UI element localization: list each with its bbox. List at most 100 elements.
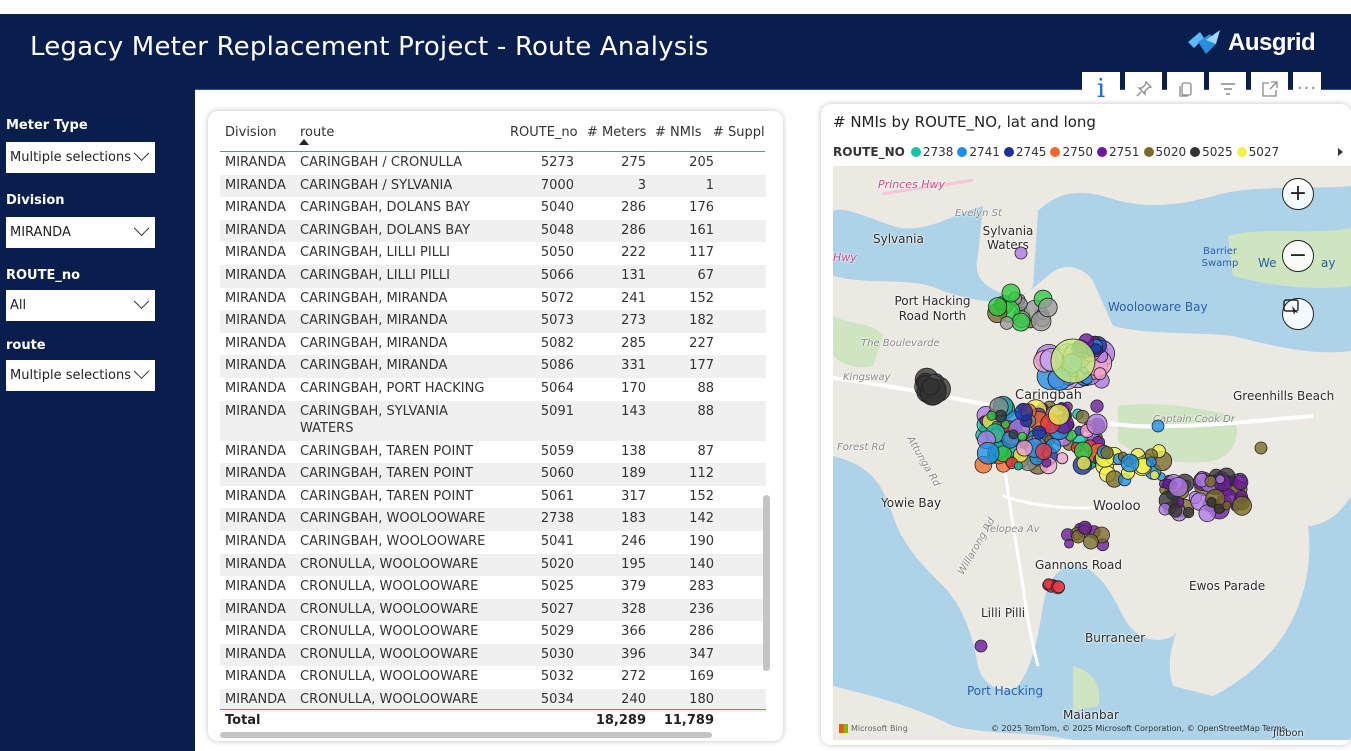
map-bubble[interactable] [988,297,1008,317]
map-bubble[interactable] [1013,461,1023,471]
map-bubble[interactable] [1001,283,1021,303]
map-bubble[interactable] [1011,312,1031,332]
table-row[interactable]: MIRANDA CARINGBAH / SYLVANIA 7000 3 1 [220,174,766,198]
table-row[interactable]: MIRANDA CARINGBAH, SYLVANIA WATERS 5091 143… [220,400,766,441]
table-row[interactable]: MIRANDA CARINGBAH, MIRANDA 5072 241 152 [220,288,766,311]
map-bubble[interactable] [1050,338,1096,384]
map-bubble[interactable] [986,410,997,421]
map-bubble[interactable] [1151,419,1165,433]
vertical-scrollbar[interactable] [763,495,770,671]
legend-item[interactable]: 5020 [1143,145,1186,159]
map-bubble[interactable] [1016,439,1033,457]
table-row[interactable]: MIRANDA CRONULLA, WOOLOOWARE 5032 272 169 [220,666,766,689]
map-attribution[interactable]: © 2025 TomTom, © 2025 Microsoft Corporat… [991,724,1286,733]
table-row[interactable]: MIRANDA CARINGBAH, DOLANS BAY 5048 286 161 [220,219,766,243]
legend-item[interactable]: 2741 [957,145,1000,159]
slicer-route-no-dropdown[interactable]: All [6,290,155,321]
column-header-division[interactable]: Division [225,125,277,140]
map-bubble[interactable] [1082,533,1099,550]
table-row[interactable]: MIRANDA CARINGBAH, WOOLOOWARE 2738 183 142 [220,508,766,531]
table-row[interactable]: MIRANDA CARINGBAH, PORT HACKING 5064 170 88 [220,378,766,401]
column-header-meters[interactable]: # Meters [587,125,646,140]
map-bubble[interactable] [1048,404,1070,426]
legend-item[interactable]: 2745 [1003,145,1046,159]
legend-item[interactable]: 2750 [1050,145,1093,159]
table-row[interactable]: MIRANDA CARINGBAH, TAREN POINT 5060 189 112 [220,463,766,486]
zoom-in-button[interactable]: + [1282,178,1314,210]
table-row[interactable]: MIRANDA CARINGBAH, DOLANS BAY 5040 286 176 [220,197,766,220]
zoom-out-button[interactable]: − [1282,240,1314,272]
column-header-route-no[interactable]: ROUTE_no [510,125,578,140]
slicer-route-dropdown[interactable]: Multiple selections [6,360,155,391]
table-row[interactable]: MIRANDA CRONULLA, WOOLOOWARE 5030 396 347 [220,643,766,667]
horizontal-scrollbar[interactable] [220,732,712,738]
map-bubble[interactable] [1014,403,1034,422]
table-row[interactable]: MIRANDA CRONULLA, WOOLOOWARE 5027 328 236 [220,598,766,622]
map-bubble[interactable] [1198,504,1217,523]
table-row[interactable]: MIRANDA CRONULLA, WOOLOOWARE 5020 195 140 [220,553,766,577]
select-area-button[interactable] [1282,298,1314,330]
map-bubble[interactable] [1100,446,1114,460]
map-bubble[interactable] [921,377,940,396]
map-bubble[interactable] [1014,246,1028,260]
map-bubble[interactable] [1120,453,1140,473]
map-bubble[interactable] [994,409,1008,423]
table-row[interactable]: MIRANDA CARINGBAH / CRONULLA 5273 275 205 [220,152,766,175]
map-bubble[interactable] [1168,503,1183,518]
slicer-meter-type-dropdown[interactable]: Multiple selections [6,142,155,173]
legend-item[interactable]: 2738 [910,145,953,159]
map-bubble[interactable] [1232,495,1252,516]
table-row[interactable]: MIRANDA CARINGBAH, TAREN POINT 5059 138 87 [220,441,766,464]
bubble-layer[interactable] [833,166,1351,740]
map-bubble[interactable] [1204,475,1217,488]
filter-visual-button[interactable] [1209,72,1246,105]
table-row[interactable]: MIRANDA CARINGBAH, MIRANDA 5073 273 182 [220,310,766,333]
map-bubble[interactable] [1206,497,1217,508]
map-bubble[interactable] [1038,297,1058,318]
column-header-route[interactable]: route [300,125,334,140]
more-options-button[interactable]: ··· [1293,72,1321,105]
table-row[interactable]: MIRANDA CARINGBAH, WOOLOOWARE 5041 246 190 [220,531,766,554]
table-row[interactable]: MIRANDA CARINGBAH, LILLI PILLI 5050 222 117 [220,242,766,265]
map-bubble[interactable] [1017,431,1028,442]
table-row[interactable]: MIRANDA CARINGBAH, MIRANDA 5086 331 177 [220,355,766,378]
table-row[interactable]: MIRANDA CRONULLA, WOOLOOWARE 5025 379 283 [220,576,766,599]
map-bubble[interactable] [1008,429,1019,440]
info-button[interactable]: i [1082,72,1120,105]
map-bubble[interactable] [1232,474,1249,491]
table-row[interactable]: MIRANDA CARINGBAH, LILLI PILLI 5066 131 67 [220,264,766,288]
legend-item[interactable]: 5025 [1190,145,1233,159]
map-bubble[interactable] [1254,441,1268,455]
focus-mode-button[interactable] [1251,72,1288,105]
pin-visual-button[interactable] [1125,72,1162,105]
map-bubble[interactable] [1145,456,1157,468]
map-bubble[interactable] [1215,474,1226,485]
table-row[interactable]: MIRANDA CRONULLA, WOOLOOWARE 5029 366 286 [220,621,766,644]
legend-next-arrow-icon[interactable] [1338,148,1343,156]
map-bubble[interactable] [1093,367,1107,381]
map-bubble[interactable] [1168,477,1189,498]
table-row[interactable]: MIRANDA CARINGBAH, TAREN POINT 5061 317 152 [220,486,766,509]
map-bubble[interactable] [1035,442,1053,460]
map-bubble[interactable] [1052,580,1066,594]
column-header-nmis[interactable]: # NMIs [655,125,702,140]
map-bubble[interactable] [976,441,1000,465]
table-row[interactable]: MIRANDA CARINGBAH, MIRANDA 5082 285 227 [220,333,766,356]
map-bubble[interactable] [1056,452,1069,465]
map-bubble[interactable] [1000,316,1014,330]
map-bubble[interactable] [1032,425,1047,440]
copy-visual-button[interactable] [1167,72,1204,105]
map-bubble[interactable] [1086,413,1108,435]
map-bubble[interactable] [1077,520,1092,535]
legend-item[interactable]: 2751 [1097,145,1140,159]
map-bubble[interactable] [1064,538,1074,549]
map-bubble[interactable] [974,639,988,653]
map-bubble[interactable] [1182,506,1195,519]
slicer-division-dropdown[interactable]: MIRANDA [6,217,155,248]
map-canvas[interactable]: Princes Hwy Evelyn St Hwy Sylvania Sylva… [833,166,1351,740]
map-bubble[interactable] [1090,399,1104,413]
map-bubble[interactable] [1149,470,1160,481]
map-bubble[interactable] [1076,456,1092,471]
legend-item[interactable]: 5027 [1236,145,1279,159]
column-header-suppl[interactable]: # Suppl [713,125,765,140]
